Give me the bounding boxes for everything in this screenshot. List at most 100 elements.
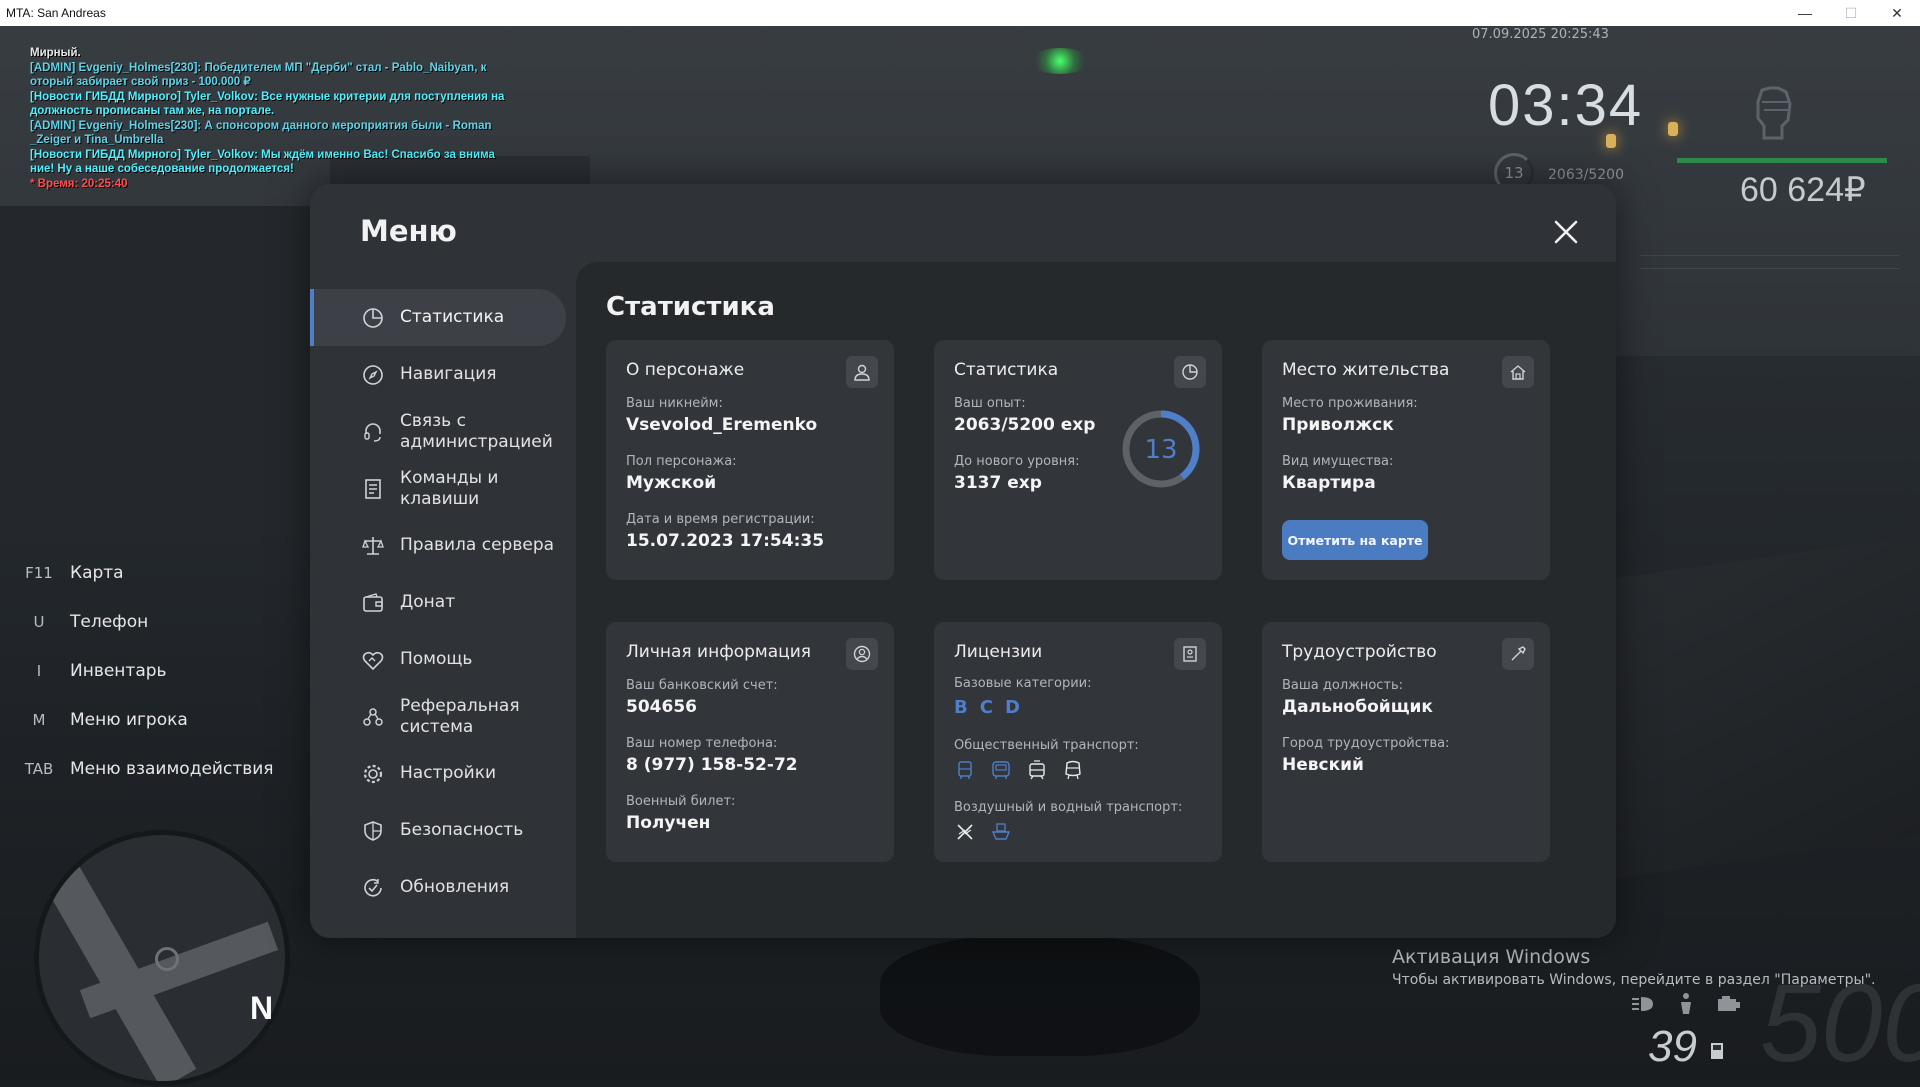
field-label: Ваша должность: bbox=[1282, 678, 1404, 693]
sidebar-item-label: Безопасность bbox=[400, 820, 524, 840]
sidebar-item-admin-contact[interactable]: Связь с администрацией bbox=[310, 403, 566, 460]
sidebar-item-label: Реферальная система bbox=[400, 695, 520, 737]
headset-icon bbox=[360, 419, 386, 445]
menu-sidebar: Статистика Навигация Связь с администрац… bbox=[310, 289, 570, 916]
speedometer-value: 39 bbox=[1648, 1022, 1727, 1072]
sidebar-item-help[interactable]: Помощь bbox=[310, 631, 566, 688]
field-value: Дальнобойщик bbox=[1282, 697, 1433, 717]
menu-title: Меню bbox=[360, 214, 457, 248]
maximize-button[interactable]: ☐ bbox=[1828, 0, 1874, 26]
field-value: Приволжск bbox=[1282, 415, 1394, 435]
chat-log: Мирный. [ADMIN] Evgeniy_Holmes[230]: Поб… bbox=[30, 46, 510, 191]
field-air-water-transport: Воздушный и водный транспорт: bbox=[954, 800, 1182, 843]
bus-icon bbox=[954, 759, 976, 781]
fist-icon bbox=[1748, 80, 1798, 140]
keybind-label: Меню игрока bbox=[70, 709, 188, 730]
level-number: 13 bbox=[1144, 435, 1177, 465]
field-value: Невский bbox=[1282, 755, 1364, 775]
card-title: Статистика bbox=[954, 360, 1059, 380]
field-bank-account: Ваш банковский счет: 504656 bbox=[626, 678, 778, 717]
card-statistics: Статистика Ваш опыт: 2063/5200 exp До но… bbox=[934, 340, 1222, 580]
tram-icon bbox=[1026, 759, 1048, 781]
sidebar-item-navigation[interactable]: Навигация bbox=[310, 346, 566, 403]
hud-exp: 2063/5200 bbox=[1548, 167, 1624, 183]
card-title: Личная информация bbox=[626, 642, 812, 662]
shield-icon bbox=[360, 818, 386, 844]
scales-icon bbox=[360, 533, 386, 559]
windows-activation-title: Активация Windows bbox=[1392, 946, 1591, 968]
home-icon bbox=[1502, 356, 1534, 388]
traffic-light bbox=[1030, 48, 1090, 74]
minimap bbox=[34, 830, 290, 1086]
field-public-transport: Общественный транспорт: bbox=[954, 738, 1139, 781]
sidebar-item-label: Донат bbox=[400, 592, 456, 612]
mark-on-map-button[interactable]: Отметить на карте bbox=[1282, 520, 1428, 560]
window-titlebar: MTA: San Andreas — ☐ ✕ bbox=[0, 0, 1920, 26]
card-residence: Место жительства Место проживания: Приво… bbox=[1262, 340, 1550, 580]
field-property-type: Вид имущества: Квартира bbox=[1282, 454, 1393, 493]
close-icon[interactable] bbox=[1550, 216, 1582, 248]
field-label: Базовые категории: bbox=[954, 676, 1092, 691]
hud-money: 60 624₽ bbox=[1740, 171, 1866, 209]
document-icon bbox=[360, 476, 386, 502]
sidebar-item-settings[interactable]: Настройки bbox=[310, 745, 566, 802]
compass-icon bbox=[360, 362, 386, 388]
public-transport-icons bbox=[954, 759, 1139, 781]
keybind-key: F11 bbox=[25, 563, 53, 582]
sidebar-item-updates[interactable]: Обновления bbox=[310, 859, 566, 916]
help-icon bbox=[360, 647, 386, 673]
license-category-c: C bbox=[979, 697, 993, 718]
user-icon bbox=[846, 356, 878, 388]
sidebar-item-rules[interactable]: Правила сервера bbox=[310, 517, 566, 574]
sidebar-item-statistics[interactable]: Статистика bbox=[310, 289, 566, 346]
card-licenses: Лицензии Базовые категории: B C D Общест… bbox=[934, 622, 1222, 862]
sidebar-item-label: Обновления bbox=[400, 877, 510, 897]
chat-line: [Новости ГИБДД Мирного] Tyler_Volkov: Мы… bbox=[30, 148, 495, 176]
compass-north: N bbox=[250, 990, 274, 1026]
keybind-list: F11 Карта U Телефон I Инвентарь M Меню и… bbox=[18, 548, 274, 793]
field-military-id: Военный билет: Получен bbox=[626, 794, 735, 833]
keybind-key: TAB bbox=[24, 759, 54, 778]
field-value: 3137 exp bbox=[954, 473, 1042, 493]
content-area: Статистика О персонаже Ваш никнейм: Vsev… bbox=[576, 262, 1616, 938]
chat-line: [ADMIN] Evgeniy_Holmes[230]: А спонсором… bbox=[30, 119, 492, 147]
sidebar-item-security[interactable]: Безопасность bbox=[310, 802, 566, 859]
sidebar-item-commands[interactable]: Команды и клавиши bbox=[310, 460, 566, 517]
field-place: Место проживания: Приволжск bbox=[1282, 396, 1418, 435]
field-value: 15.07.2023 17:54:35 bbox=[626, 531, 825, 551]
street-lamp bbox=[1668, 122, 1678, 136]
keybind-key: U bbox=[33, 612, 45, 631]
speed-value: 39 bbox=[1648, 1022, 1697, 1071]
keybind-row: U Телефон bbox=[18, 597, 274, 646]
field-value: 8 (977) 158-52-72 bbox=[626, 755, 798, 775]
card-about-character: О персонаже Ваш никнейм: Vsevolod_Eremen… bbox=[606, 340, 894, 580]
card-title: О персонаже bbox=[626, 360, 745, 380]
license-category-b: B bbox=[954, 697, 968, 718]
engine-icon bbox=[1714, 990, 1742, 1018]
field-value: 504656 bbox=[626, 697, 697, 717]
sidebar-item-referral[interactable]: Реферальная система bbox=[310, 688, 566, 745]
field-label: Дата и время регистрации: bbox=[626, 512, 815, 527]
field-value: Получен bbox=[626, 813, 711, 833]
field-job-city: Город трудоустройства: Невский bbox=[1282, 736, 1449, 775]
bus-front-icon bbox=[990, 759, 1012, 781]
field-label: Пол персонажа: bbox=[626, 454, 737, 469]
level-progress-ring: 13 bbox=[1122, 410, 1200, 488]
field-label: До нового уровня: bbox=[954, 454, 1080, 469]
fuel-icon bbox=[1709, 1022, 1727, 1071]
boat-icon bbox=[990, 821, 1012, 843]
field-registration: Дата и время регистрации: 15.07.2023 17:… bbox=[626, 512, 824, 551]
field-position: Ваша должность: Дальнобойщик bbox=[1282, 678, 1433, 717]
close-window-button[interactable]: ✕ bbox=[1874, 0, 1920, 26]
referral-icon bbox=[360, 704, 386, 730]
sidebar-item-label: Команды и клавиши bbox=[400, 467, 499, 509]
field-label: Ваш никнейм: bbox=[626, 396, 723, 411]
user-circle-icon bbox=[846, 638, 878, 670]
hud-decoration bbox=[1640, 255, 1900, 269]
field-value: Квартира bbox=[1282, 473, 1376, 493]
minimize-button[interactable]: — bbox=[1782, 0, 1828, 26]
field-nickname: Ваш никнейм: Vsevolod_Eremenko bbox=[626, 396, 817, 435]
sidebar-item-label: Помощь bbox=[400, 649, 473, 669]
keybind-row: TAB Меню взаимодействия bbox=[18, 744, 274, 793]
sidebar-item-donate[interactable]: Донат bbox=[310, 574, 566, 631]
